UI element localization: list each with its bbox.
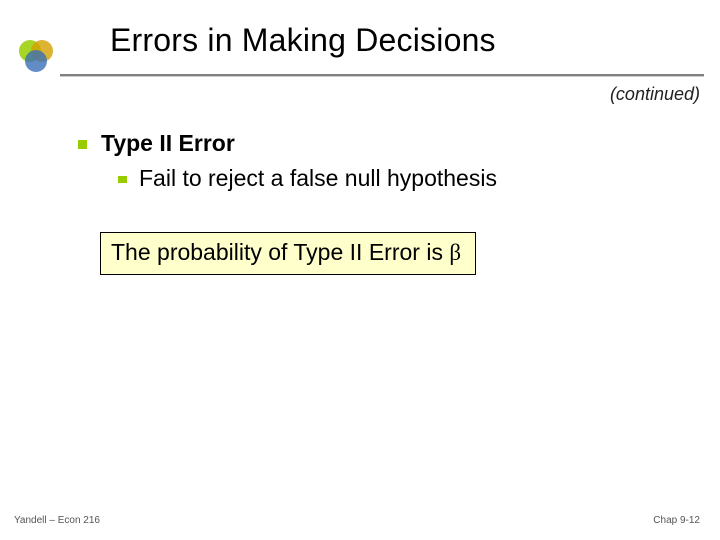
slide-title: Errors in Making Decisions [110, 22, 496, 59]
slide: Errors in Making Decisions (continued) T… [0, 0, 720, 540]
beta-symbol: β [449, 240, 461, 265]
callout-wrap: The probability of Type II Error is β [100, 232, 678, 275]
content-area: Type II Error Fail to reject a false nul… [78, 130, 678, 275]
callout-prefix: The probability of Type II Error is [111, 239, 449, 265]
probability-callout: The probability of Type II Error is β [100, 232, 476, 275]
bullet-level2-text: Fail to reject a false null hypothesis [139, 165, 497, 192]
bullet-level2: Fail to reject a false null hypothesis [118, 165, 678, 192]
continued-label: (continued) [610, 84, 700, 105]
bullet-level1-text: Type II Error [101, 130, 235, 157]
bullet-square-icon [78, 140, 87, 149]
venn-logo-icon [14, 34, 58, 78]
title-underline [60, 74, 704, 76]
bullet-level1: Type II Error [78, 130, 678, 157]
footer-left: Yandell – Econ 216 [14, 515, 100, 526]
bullet-square-icon [118, 176, 127, 183]
footer-right: Chap 9-12 [653, 515, 700, 526]
